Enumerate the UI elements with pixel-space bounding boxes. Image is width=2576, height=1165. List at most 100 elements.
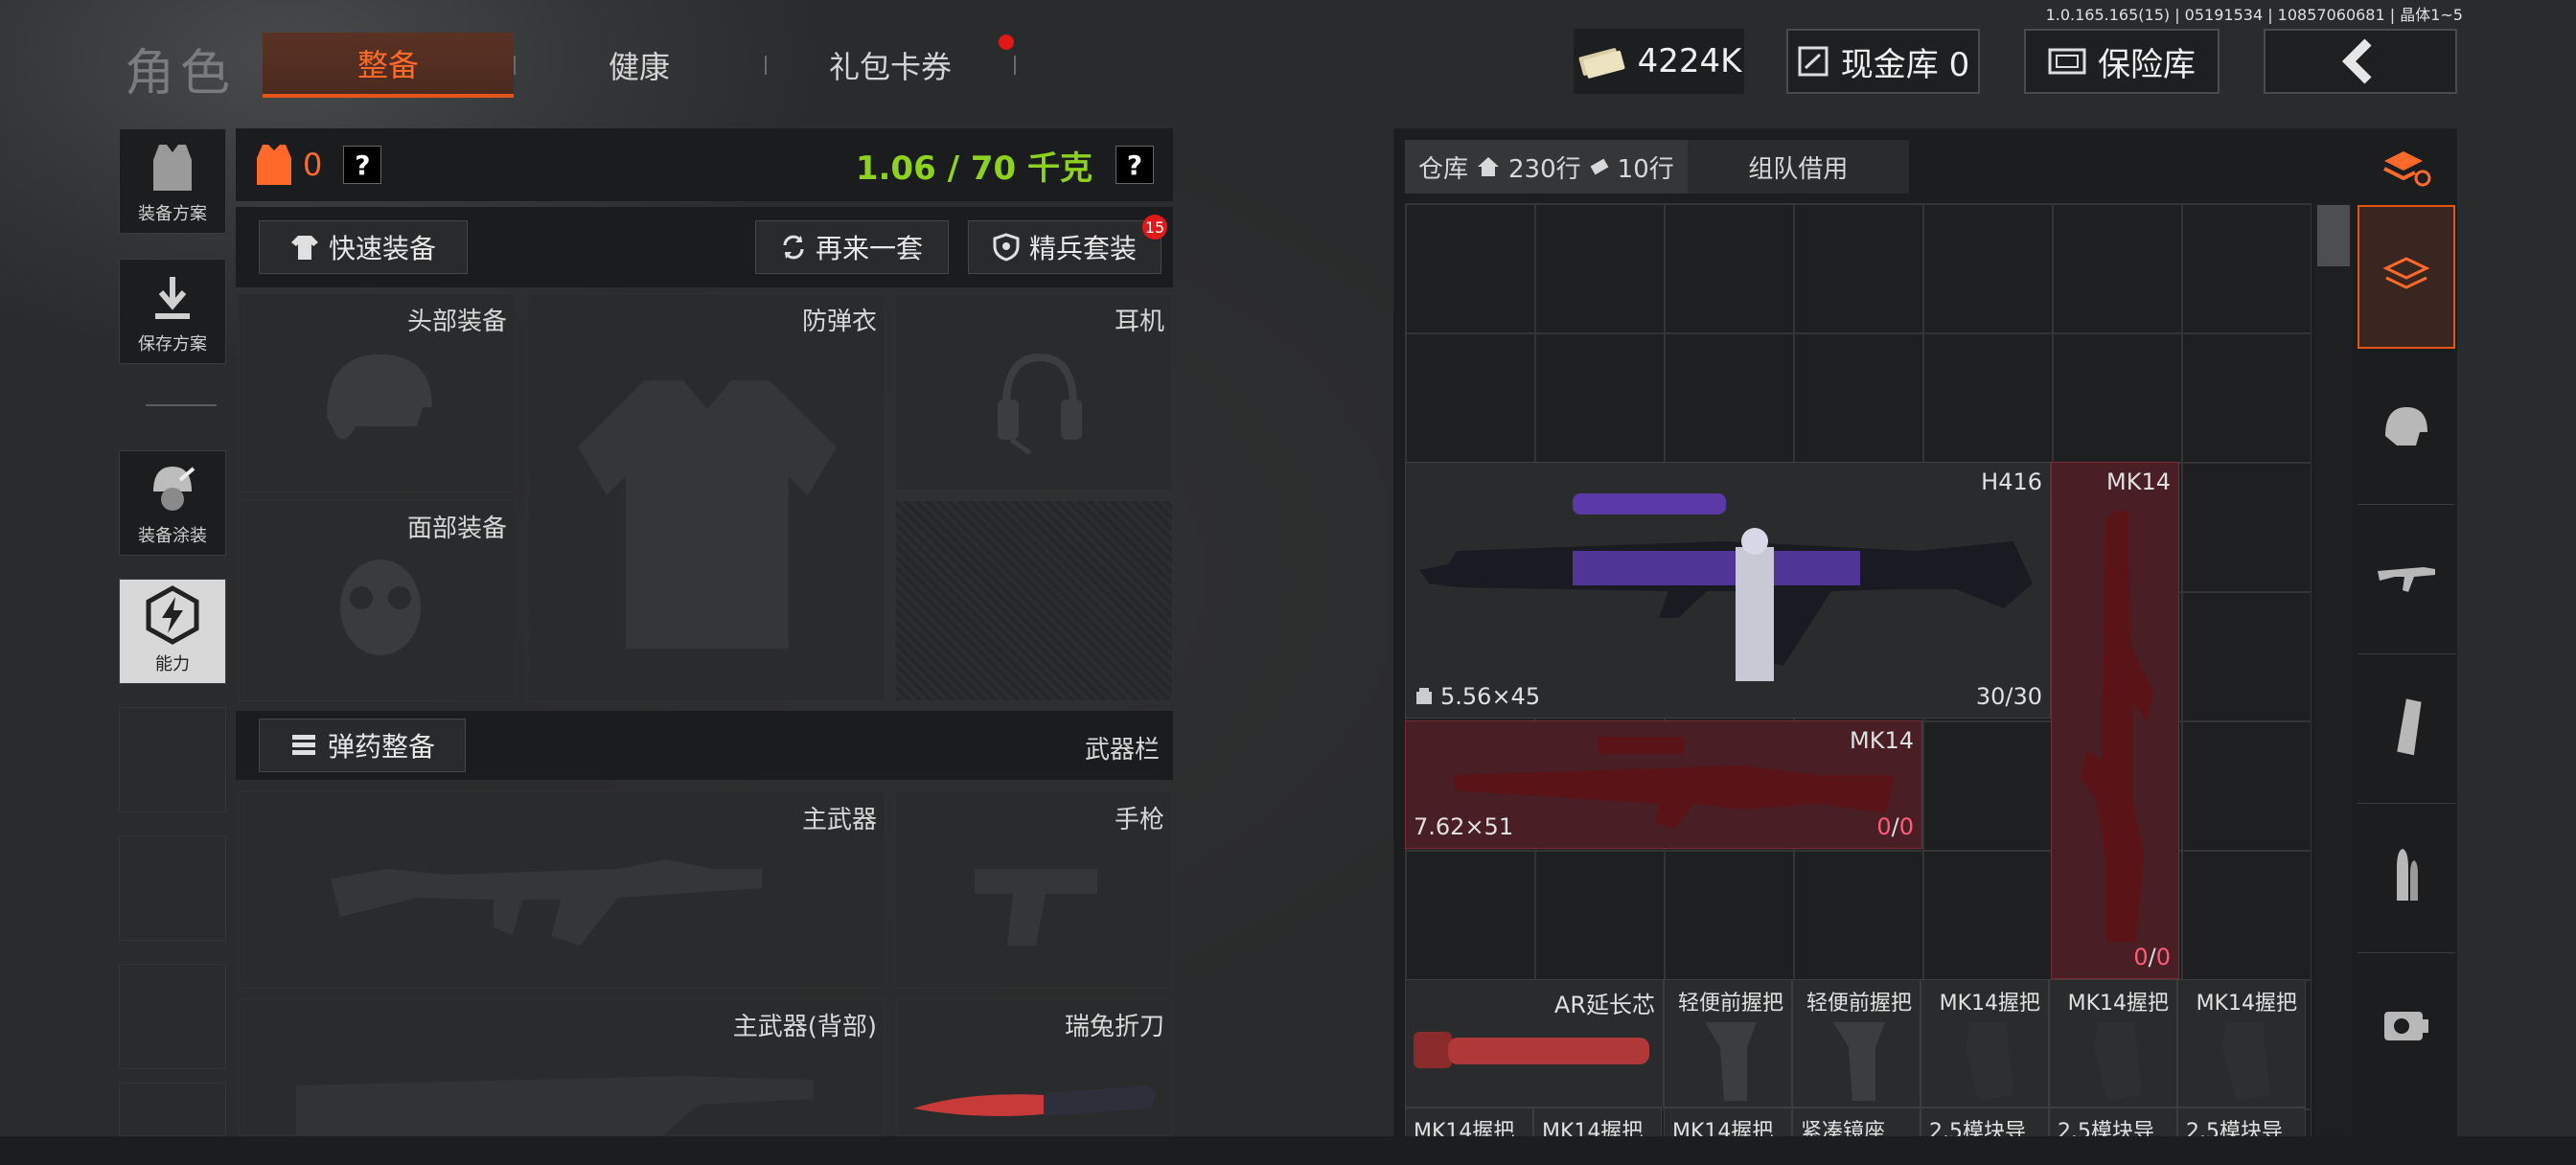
inventory-item-ar-extension[interactable]: AR延长芯: [1405, 979, 1664, 1108]
helmet-icon: [327, 354, 432, 440]
money-value: 4224K: [1637, 42, 1742, 80]
item-name: 轻便前握把: [1806, 992, 1912, 1016]
rows-home: 230行: [1508, 154, 1581, 184]
slot-face[interactable]: 面部装备: [238, 500, 516, 701]
gas-mask-icon: [340, 560, 421, 655]
inventory-scrollbar[interactable]: [2315, 203, 2352, 1142]
refresh-icon: [783, 235, 804, 260]
weight-help-button[interactable]: ?: [1116, 146, 1154, 184]
vault-icon: [1798, 46, 1828, 77]
ammo-current: 0: [2133, 944, 2149, 971]
mk14-rifle-icon: [2081, 511, 2153, 942]
inventory-item-mk14-vertical[interactable]: MK14 0/0: [2051, 462, 2179, 979]
equip-plan-button[interactable]: 装备方案: [119, 128, 226, 234]
quick-equip-button[interactable]: 快速装备: [259, 220, 468, 274]
helmet-paint-icon: [153, 467, 196, 511]
stack-refresh-icon: [2383, 151, 2431, 187]
ticket-icon: [1590, 158, 1609, 175]
bullet-icon: [2397, 848, 2418, 901]
rifle-silhouette-icon: [296, 1076, 814, 1137]
slot-head-label: 头部装备: [406, 308, 507, 336]
cash-vault-label: 现金库 0: [1840, 45, 1970, 84]
category-ammo[interactable]: [2358, 803, 2455, 947]
save-plan-label: 保存方案: [138, 334, 207, 354]
scroll-thumb[interactable]: [2317, 205, 2350, 266]
slot-primary[interactable]: 主武器: [238, 791, 886, 989]
item-name: AR延长芯: [1553, 992, 1655, 1018]
layers-icon: [2382, 257, 2430, 289]
inventory-item-mk14-grip[interactable]: MK14握把: [2177, 979, 2306, 1108]
cash-vault-button[interactable]: 现金库 0: [1786, 29, 1980, 94]
inventory-item-foregrip[interactable]: 轻便前握把: [1664, 979, 1792, 1108]
grip-icon: [2222, 1022, 2270, 1101]
back-button[interactable]: [2264, 29, 2457, 94]
category-magazine[interactable]: [2358, 653, 2455, 797]
slot-headset[interactable]: 耳机: [895, 293, 1173, 491]
category-all[interactable]: [2358, 205, 2455, 349]
tab-gift[interactable]: 礼包卡券: [765, 33, 1016, 98]
inventory-item-mk14[interactable]: MK14 7.62×51 0/0: [1405, 720, 1922, 849]
slot-armor[interactable]: 防弹衣: [527, 293, 886, 701]
page-title: 角色: [125, 45, 237, 103]
inventory-grid: H416 5.56×45 30/30 MK14 0/0 MK14 7.62×51…: [1405, 203, 2312, 1142]
inventory-item-mk14-grip[interactable]: MK14握把: [2049, 979, 2177, 1108]
inventory-item-h416[interactable]: H416 5.56×45 30/30: [1405, 462, 2051, 719]
safe-icon: [2048, 48, 2086, 75]
slot-knife[interactable]: 瑞兔折刀: [895, 998, 1173, 1136]
ability-button[interactable]: 能力: [119, 579, 226, 684]
weight-value: 1.06 / 70 千克: [855, 148, 1092, 188]
slot-pistol[interactable]: 手枪: [895, 791, 1173, 989]
inventory-item-mk14-grip[interactable]: MK14握把: [1920, 979, 2049, 1108]
item-name: MK14握把: [2067, 992, 2169, 1016]
slot-headset-label: 耳机: [1114, 308, 1164, 336]
item-ammo: 0/0: [1876, 813, 1914, 840]
warehouse-label: 仓库: [1418, 154, 1469, 184]
nav-divider: [146, 404, 217, 406]
elite-badge: 15: [1142, 215, 1167, 240]
shield-icon: [993, 233, 1020, 262]
home-icon: [1478, 157, 1500, 176]
slot-knife-label: 瑞兔折刀: [1064, 1013, 1164, 1041]
category-weapon[interactable]: [2358, 504, 2455, 648]
slot-primary-back[interactable]: 主武器(背部): [238, 998, 886, 1137]
tab-equip[interactable]: 整备: [263, 33, 514, 98]
equip-skin-button[interactable]: 装备涂装: [119, 450, 226, 556]
armor-help-button[interactable]: ?: [343, 146, 382, 184]
download-icon: [155, 277, 190, 319]
item-name: MK14: [2106, 468, 2171, 495]
tab-team-borrow[interactable]: 组队借用: [1688, 149, 1909, 185]
ammo-equip-button[interactable]: 弹药整备: [259, 719, 466, 772]
safe-box-button[interactable]: 保险库: [2024, 29, 2220, 94]
slot-head[interactable]: 头部装备: [238, 293, 516, 492]
slot-locked: [895, 500, 1173, 701]
sort-button[interactable]: [2358, 134, 2455, 203]
knife-icon: [913, 1085, 1155, 1116]
barrel-extension-icon: [1414, 1032, 1649, 1068]
headset-icon: [998, 353, 1082, 456]
magazine-icon: [2397, 697, 2422, 755]
h416-rifle-icon: [1419, 493, 2033, 681]
ability-bolt-icon: [146, 585, 199, 645]
again-button[interactable]: 再来一套: [755, 220, 949, 274]
ability-label: 能力: [155, 654, 190, 674]
save-plan-button[interactable]: 保存方案: [119, 259, 226, 364]
version-text: 1.0.165.165(15) | 05191534 | 10857060681…: [2045, 6, 2463, 24]
inventory-item-foregrip[interactable]: 轻便前握把: [1792, 979, 1920, 1108]
item-ammo: 30/30: [1975, 683, 2042, 710]
category-attachment[interactable]: [2358, 952, 2455, 1096]
slot-face-label: 面部装备: [406, 514, 507, 543]
helmet-icon: [2385, 407, 2427, 445]
elite-set-button[interactable]: 精兵套装: [968, 220, 1162, 274]
ammo-equip-label: 弹药整备: [327, 731, 435, 763]
item-name: MK14握把: [2196, 992, 2297, 1016]
ammo-max: 0: [2155, 944, 2171, 971]
category-helmet[interactable]: [2358, 354, 2455, 498]
tab-warehouse[interactable]: 仓库 230行 10行: [1405, 140, 1688, 194]
tab-health[interactable]: 健康: [514, 33, 765, 98]
slot-primary-label: 主武器: [801, 806, 877, 834]
money-display[interactable]: 4224K: [1574, 29, 1744, 94]
rifle-silhouette-icon: [331, 859, 762, 946]
armor-count: 0: [303, 147, 323, 183]
empty-nav-slot: [119, 707, 226, 812]
vest-icon: [153, 145, 192, 191]
